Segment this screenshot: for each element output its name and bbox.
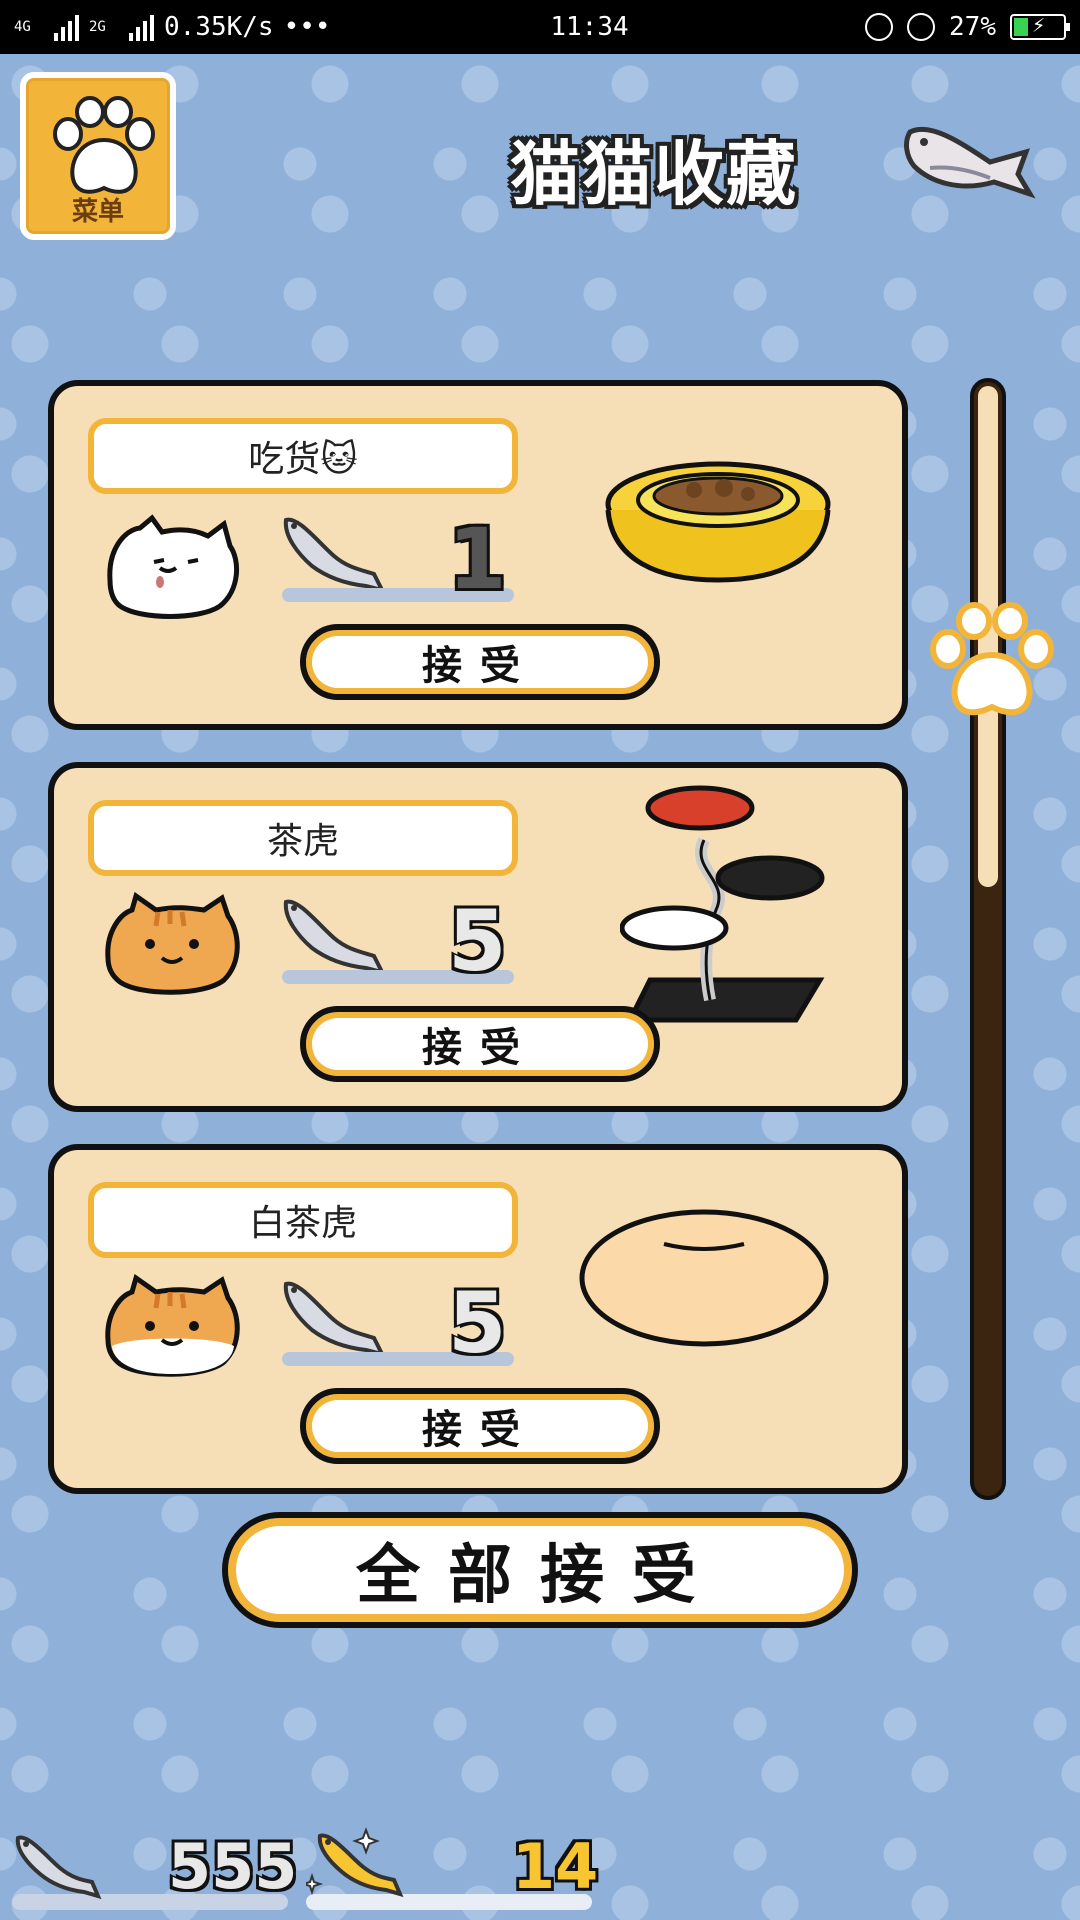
signal-icon bbox=[54, 13, 79, 41]
silver-fish-icon bbox=[283, 517, 386, 593]
battery-icon: ⚡ bbox=[1010, 13, 1070, 40]
menu-button[interactable]: 菜单 bbox=[20, 72, 176, 240]
gift-card: 白茶虎 5 接受 bbox=[48, 1144, 908, 1494]
cat-icon-orange bbox=[105, 892, 240, 995]
cat-icon-orange-white bbox=[105, 1274, 240, 1377]
paw-scroll-handle-icon[interactable] bbox=[926, 601, 1058, 725]
gift-card: 茶虎 5 接受 bbox=[48, 762, 908, 1112]
gold-fish-counter: 14 bbox=[306, 1827, 599, 1910]
silver-fish-icon bbox=[283, 899, 386, 975]
accept-button[interactable]: 接受 bbox=[300, 624, 660, 700]
silver-fish-icon bbox=[283, 1281, 386, 1357]
menu-label: 菜单 bbox=[71, 197, 124, 227]
reward-count: 5 bbox=[448, 1274, 507, 1372]
network-type-3: 2G bbox=[89, 19, 106, 35]
network-type-1: 4G bbox=[14, 19, 31, 35]
cat-name: 茶虎 bbox=[266, 821, 339, 862]
cat-name-box: 白茶虎 bbox=[88, 1182, 518, 1258]
gift-card: 吃货🐱 1 接受 bbox=[48, 380, 908, 730]
niboshi-fish-icon bbox=[904, 126, 1036, 199]
alarm-icon bbox=[907, 13, 936, 41]
silver-fish-counter: 555 bbox=[12, 1830, 297, 1910]
cat-name-box: 茶虎 bbox=[88, 800, 518, 876]
reward-count: 1 bbox=[448, 510, 507, 608]
cushion-image bbox=[579, 1209, 829, 1347]
cat-name: 白茶虎 bbox=[248, 1203, 357, 1244]
scrollbar-track[interactable] bbox=[970, 378, 1006, 1500]
status-time: 11:34 bbox=[550, 12, 629, 42]
cat-tower-image bbox=[620, 785, 825, 1023]
gold-fish-count: 14 bbox=[512, 1830, 599, 1903]
signal-icon-2 bbox=[129, 13, 154, 41]
page-title: 猫猫收藏 bbox=[510, 133, 798, 215]
accept-button[interactable]: 接受 bbox=[300, 1388, 660, 1464]
food-bowl-image bbox=[605, 461, 831, 583]
reward-count: 5 bbox=[448, 892, 507, 990]
status-right: 27% ⚡ bbox=[865, 12, 1070, 42]
accept-all-button[interactable]: 全部接受 bbox=[222, 1512, 858, 1628]
silver-fish-count: 555 bbox=[168, 1830, 298, 1903]
cat-icon-white bbox=[107, 514, 240, 619]
status-bar: 4G 2G 0.35K/s ••• 11:34 27% ⚡ bbox=[0, 0, 1080, 54]
network-speed: 0.35K/s bbox=[164, 12, 274, 42]
headset-icon bbox=[865, 13, 894, 41]
accept-button[interactable]: 接受 bbox=[300, 1006, 660, 1082]
cat-name: 吃货🐱 bbox=[248, 439, 358, 480]
paw-icon bbox=[53, 96, 155, 194]
battery-percent: 27% bbox=[949, 12, 996, 42]
silver-fish-icon bbox=[15, 1835, 102, 1900]
cat-name-box: 吃货🐱 bbox=[88, 418, 518, 494]
gold-fish-icon bbox=[306, 1827, 404, 1898]
